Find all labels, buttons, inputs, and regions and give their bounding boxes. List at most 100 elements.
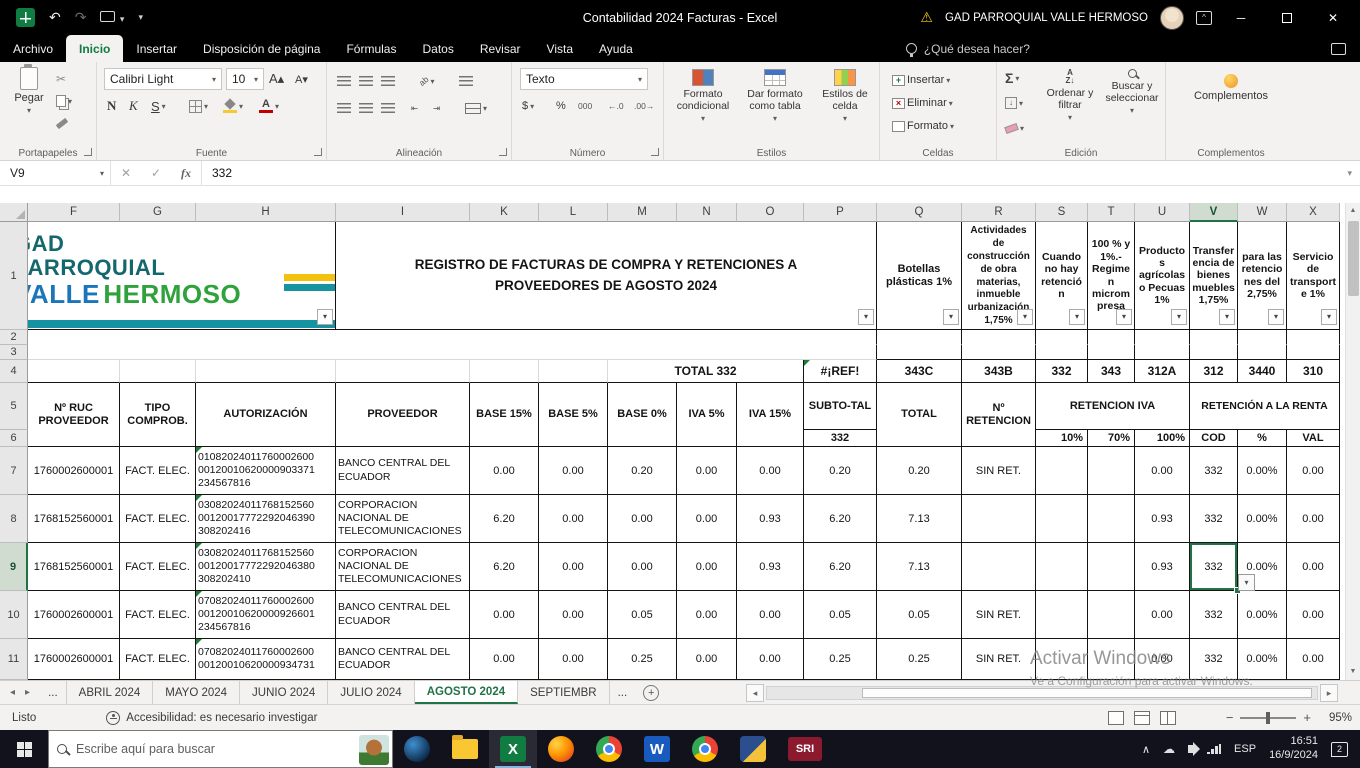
page-break-view-icon[interactable]: [1160, 711, 1176, 725]
taskbar-icon-firefox[interactable]: [537, 730, 585, 768]
number-format-combo[interactable]: Texto▾: [520, 68, 648, 90]
scroll-up-icon[interactable]: ▲: [1346, 203, 1360, 219]
grid-cell[interactable]: 0.25: [877, 639, 962, 680]
grid-cell[interactable]: [28, 360, 120, 383]
grid-cell[interactable]: 0.00%: [1238, 447, 1287, 495]
grid-cell[interactable]: 0.00: [677, 639, 737, 680]
grid-cell[interactable]: [1238, 330, 1287, 345]
col-header-P[interactable]: P: [804, 203, 877, 222]
grid-cell[interactable]: 310: [1287, 360, 1340, 383]
header-servicio-transporte[interactable]: Servicio de transporte 1%▾: [1287, 222, 1340, 330]
orientation-button[interactable]: ab▾: [419, 70, 434, 92]
filter-dropdown-icon[interactable]: ▾: [858, 309, 874, 325]
header-regimen-microempresa[interactable]: 100 % y 1%.- Regimen micrompresa▾: [1088, 222, 1135, 330]
font-color-button[interactable]: A▾: [259, 95, 279, 117]
col-header-W[interactable]: W: [1238, 203, 1287, 222]
grid-cell[interactable]: 1768152560001: [28, 495, 120, 543]
grid-cell[interactable]: 0.93: [1135, 495, 1190, 543]
row-header-6[interactable]: 6: [0, 430, 28, 447]
grid-cell[interactable]: 0.25: [804, 639, 877, 680]
grid-cell[interactable]: 332: [1190, 447, 1238, 495]
cell-styles-button[interactable]: Estilos de celda ▾: [814, 69, 876, 123]
fill-button[interactable]: ↓▾: [1005, 92, 1023, 114]
hscroll-left-icon[interactable]: ◂: [746, 684, 764, 702]
align-top-button[interactable]: [337, 70, 351, 92]
report-title-cell[interactable]: REGISTRO DE FACTURAS DE COMPRA Y RETENCI…: [336, 222, 877, 330]
customize-qat-caret-icon[interactable]: ▾: [138, 12, 143, 23]
header-iva-10[interactable]: 10%: [1036, 430, 1088, 447]
notification-center-icon[interactable]: 2: [1331, 742, 1348, 757]
col-header-L[interactable]: L: [539, 203, 608, 222]
conditional-formatting-button[interactable]: Formato condicional ▾: [670, 69, 736, 123]
grid-cell[interactable]: SIN RET.: [962, 639, 1036, 680]
filter-dropdown-icon[interactable]: ▾: [1219, 309, 1235, 325]
decrease-decimal-button[interactable]: .00→: [634, 95, 654, 117]
col-header-N[interactable]: N: [677, 203, 737, 222]
accounting-format-button[interactable]: $▾: [522, 95, 534, 117]
align-left-button[interactable]: [337, 97, 351, 119]
grid-cell[interactable]: 0.00: [677, 591, 737, 639]
grid-cell[interactable]: 0.93: [737, 543, 804, 591]
increase-font-button[interactable]: A▴: [269, 68, 284, 90]
grid-cell[interactable]: [470, 360, 539, 383]
align-middle-button[interactable]: [359, 70, 373, 92]
row-header-7[interactable]: 7: [0, 447, 28, 495]
taskbar-clock[interactable]: 16:51 16/9/2024: [1269, 735, 1318, 763]
grid-cell[interactable]: 0.93: [737, 495, 804, 543]
find-select-button[interactable]: Buscar y seleccionar ▾: [1103, 69, 1161, 115]
zoom-level[interactable]: 95%: [1318, 712, 1352, 724]
header-base0[interactable]: BASE 0%: [608, 383, 677, 447]
grid-cell[interactable]: 0.00: [539, 591, 608, 639]
grid-cell[interactable]: FACT. ELEC.: [120, 447, 196, 495]
row-header-8[interactable]: 8: [0, 495, 28, 543]
header-retenciones-275[interactable]: para las retenciones del 2,75%▾: [1238, 222, 1287, 330]
grid-cell[interactable]: [1287, 330, 1340, 345]
col-header-K[interactable]: K: [470, 203, 539, 222]
header-pct[interactable]: %: [1238, 430, 1287, 447]
tab-ayuda[interactable]: Ayuda: [586, 35, 646, 62]
logo-cell[interactable]: GAD PARROQUIAL VALLE HERMOSO ▾: [28, 222, 336, 330]
align-bottom-button[interactable]: [381, 70, 395, 92]
grid-cell[interactable]: [1135, 330, 1190, 345]
header-num-retencion[interactable]: Nº RETENCION: [962, 383, 1036, 447]
fill-color-button[interactable]: ▾: [223, 95, 243, 117]
grid-cell[interactable]: 0.00: [539, 447, 608, 495]
header-retencion-iva[interactable]: RETENCION IVA: [1036, 383, 1190, 430]
grid-cell[interactable]: 0.93: [1135, 543, 1190, 591]
col-header-X[interactable]: X: [1287, 203, 1340, 222]
grid-cell[interactable]: 03082024011768152560 0012001777229204638…: [196, 543, 336, 591]
row-header-2[interactable]: 2: [0, 330, 28, 345]
paste-button[interactable]: Pegar ▾: [8, 67, 50, 115]
header-autorizacion[interactable]: AUTORIZACIÓN: [196, 383, 336, 447]
grid-cell[interactable]: 6.20: [470, 495, 539, 543]
feedback-icon[interactable]: [1331, 43, 1346, 55]
grid-cell[interactable]: 0.00: [737, 639, 804, 680]
grid-cell[interactable]: 1768152560001: [28, 543, 120, 591]
grid-cell[interactable]: [962, 495, 1036, 543]
grid-cell[interactable]: [1036, 591, 1088, 639]
select-all-corner[interactable]: [0, 203, 28, 222]
grid-cell[interactable]: [962, 345, 1036, 360]
taskbar-icon-chrome-2[interactable]: [681, 730, 729, 768]
row-header-5[interactable]: 5: [0, 383, 28, 430]
row-header-1[interactable]: 1: [0, 222, 28, 330]
grid-cell[interactable]: 0.00: [470, 639, 539, 680]
sheet-tab-mayo[interactable]: MAYO 2024: [153, 681, 240, 704]
grid-cell[interactable]: [28, 345, 877, 360]
grid-cell[interactable]: 0.00: [1287, 639, 1340, 680]
col-header-I[interactable]: I: [336, 203, 470, 222]
grid-cell[interactable]: 332: [1190, 639, 1238, 680]
align-right-button[interactable]: [381, 97, 395, 119]
excel-app-icon[interactable]: [16, 8, 35, 27]
grid-cell[interactable]: [1036, 495, 1088, 543]
grid-cell[interactable]: FACT. ELEC.: [120, 543, 196, 591]
tab-archivo[interactable]: Archivo: [0, 35, 66, 62]
page-layout-view-icon[interactable]: [1134, 711, 1150, 725]
sheet-tab-septiembre[interactable]: SEPTIEMBR: [518, 681, 609, 704]
grid-cell[interactable]: 0.00: [539, 495, 608, 543]
format-as-table-button[interactable]: Dar formato como tabla ▾: [740, 69, 810, 123]
sheet-tab-julio[interactable]: JULIO 2024: [328, 681, 414, 704]
filter-dropdown-icon[interactable]: ▾: [1017, 309, 1033, 325]
italic-button[interactable]: K: [129, 95, 138, 117]
row-header-4[interactable]: 4: [0, 360, 28, 383]
